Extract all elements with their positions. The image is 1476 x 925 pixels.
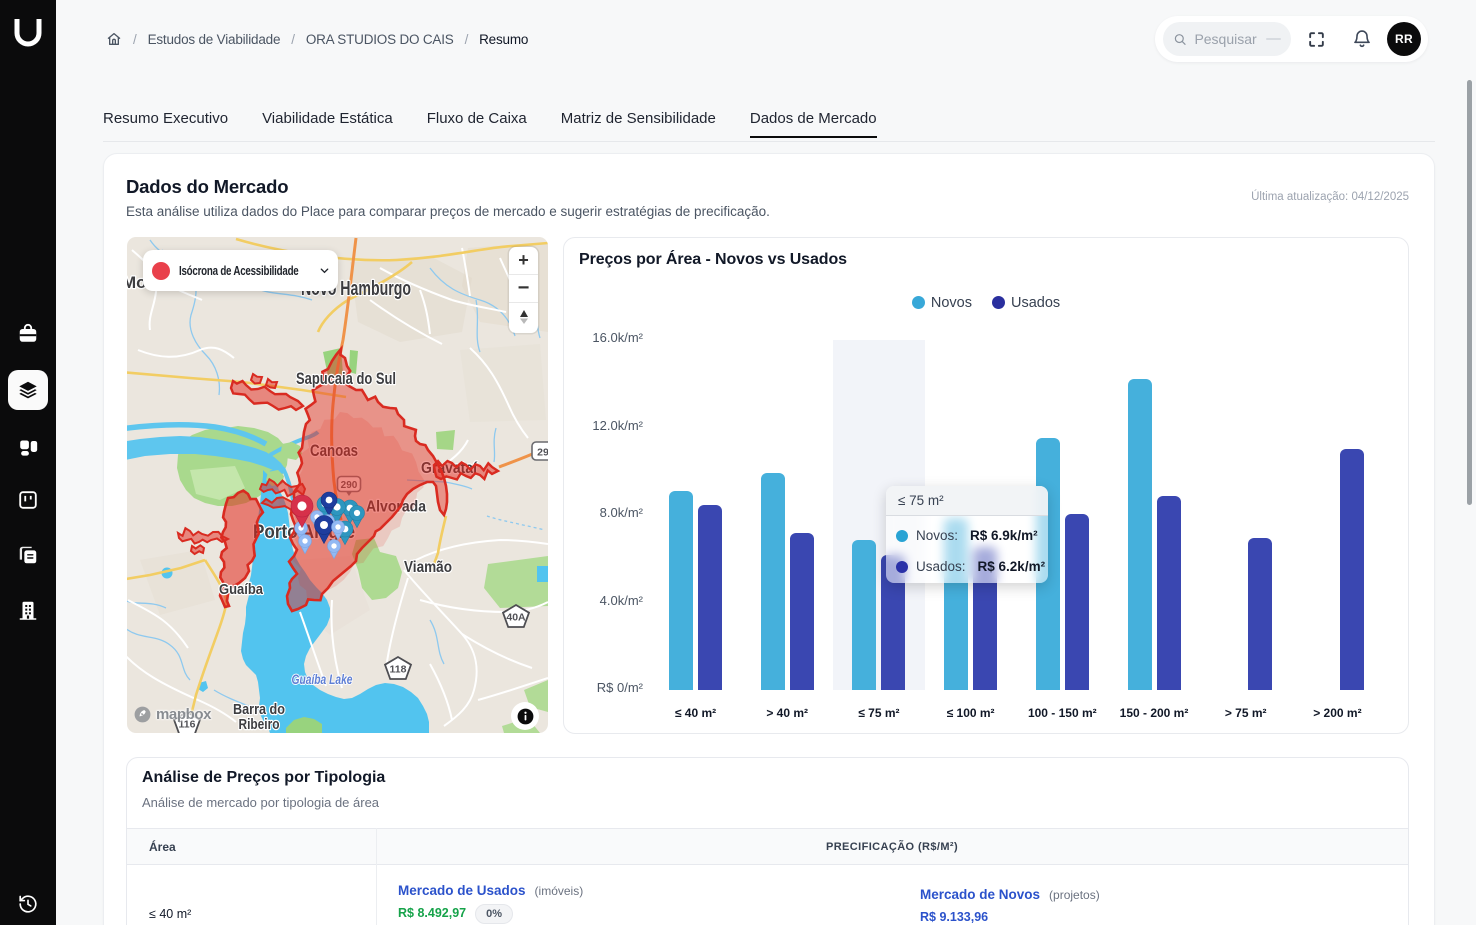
svg-text:Viamão: Viamão: [404, 559, 452, 576]
svg-text:Sapucaia do Sul: Sapucaia do Sul: [296, 369, 396, 388]
svg-text:Guaíba: Guaíba: [219, 581, 264, 598]
svg-text:40A: 40A: [506, 612, 526, 624]
svg-text:29: 29: [537, 447, 548, 459]
svg-text:Guaíba Lake: Guaíba Lake: [292, 672, 353, 687]
svg-text:118: 118: [390, 664, 407, 676]
svg-text:Ribeiro: Ribeiro: [239, 716, 280, 733]
